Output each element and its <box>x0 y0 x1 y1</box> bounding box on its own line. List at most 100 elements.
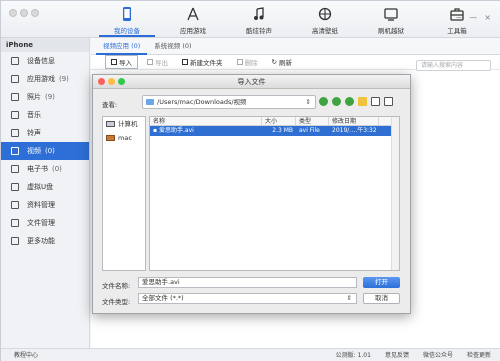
sidebar-item-label: 设备信息 <box>27 57 55 65</box>
detail-view-icon[interactable] <box>384 97 393 106</box>
import-button[interactable]: 导入 <box>105 55 138 69</box>
sidebar-item-count: (9) <box>45 93 55 101</box>
device-name: iPhone <box>1 38 89 52</box>
sidebar: iPhone 设备信息 应用游戏 (9) 照片 (9) 音乐 铃声 视频 (0) 电子… <box>1 38 90 348</box>
file-list-scrollbar[interactable] <box>391 117 399 270</box>
import-file-dialog: 导入文件 查看: /Users/mac/Downloads/视频 ⇕ 计算机 m… <box>92 74 411 314</box>
file-date: 2019/.…午3:32 <box>332 127 377 134</box>
refresh-label: 刷新 <box>278 59 292 67</box>
filetype-select[interactable]: 全部文件 (*.*) ⇕ <box>138 293 357 304</box>
file-list-header: 名称 大小 类型 修改日期 <box>150 117 399 126</box>
sidebar-item-ebooks[interactable]: 电子书 (0) <box>1 160 89 178</box>
column-name[interactable]: 名称 <box>150 117 262 125</box>
window-controls: ~ — × <box>456 13 491 22</box>
import-label: 导入 <box>119 59 132 67</box>
up-folder-icon[interactable] <box>345 97 354 106</box>
file-name: ▪ 爱思助手.avi <box>150 126 262 136</box>
column-type[interactable]: 类型 <box>296 117 329 125</box>
nav-apps-games[interactable]: 应用游戏 <box>165 3 221 37</box>
ringtone-icon <box>11 129 19 137</box>
export-label: 导出 <box>155 59 168 67</box>
more-icon <box>11 237 19 245</box>
nav-label: 刷机越狱 <box>378 27 404 35</box>
zoom-dot[interactable] <box>31 9 39 17</box>
open-button[interactable]: 打开 <box>363 277 400 288</box>
file-size: 2.3 MB <box>272 127 293 134</box>
filetype-label: 文件类型: <box>102 298 131 306</box>
sidebar-item-ringtones[interactable]: 铃声 <box>1 124 89 142</box>
sidebar-item-device-info[interactable]: 设备信息 <box>1 52 89 70</box>
tutorial-center-link[interactable]: 教程中心 <box>14 349 38 361</box>
path-dropdown[interactable]: /Users/mac/Downloads/视频 ⇕ <box>142 95 316 109</box>
ebook-icon <box>11 165 19 173</box>
sidebar-item-label: 音乐 <box>27 111 41 119</box>
nav-flash-jailbreak[interactable]: 刷机越狱 <box>363 3 419 37</box>
chevron-down-icon: ⇕ <box>346 294 352 302</box>
nav-ringtones[interactable]: 酷炫铃声 <box>231 3 287 37</box>
minimize-dot[interactable] <box>20 9 28 17</box>
file-type: avi File <box>299 127 320 134</box>
flash-icon <box>384 8 398 21</box>
sidebar-item-videos[interactable]: 视频 (0) <box>1 142 89 160</box>
photo-icon <box>11 93 19 101</box>
sidebar-item-file-management[interactable]: 文件管理 <box>1 214 89 232</box>
skin-button[interactable]: ~ <box>456 13 463 22</box>
folder-icon <box>146 99 154 105</box>
dialog-zoom-dot[interactable] <box>118 78 125 85</box>
new-folder-icon[interactable] <box>358 97 367 106</box>
feedback-link[interactable]: 意见反馈 <box>385 349 409 361</box>
export-button[interactable]: 导出 <box>142 56 173 68</box>
sidebar-item-label: 电子书 <box>27 165 48 173</box>
sidebar-item-label: 应用游戏 <box>27 75 55 83</box>
window-traffic-lights <box>9 9 39 17</box>
tab-system-videos[interactable]: 系统视频 (0) <box>147 38 198 55</box>
dialog-minimize-dot[interactable] <box>108 78 115 85</box>
dialog-nav-buttons <box>319 97 393 106</box>
sidebar-item-music[interactable]: 音乐 <box>1 106 89 124</box>
close-button[interactable]: × <box>484 13 491 22</box>
cancel-button[interactable]: 取消 <box>363 293 400 304</box>
wechat-link[interactable]: 微信公众号 <box>423 349 453 361</box>
sidebar-item-count: (9) <box>59 75 69 83</box>
home-icon <box>106 135 115 141</box>
place-home[interactable]: mac <box>103 131 145 145</box>
delete-button[interactable]: 删除 <box>232 56 263 68</box>
file-row-selected[interactable]: ▪ 爱思助手.avi 2.3 MB avi File 2019/.…午3:32 <box>150 126 399 136</box>
new-folder-button[interactable]: 新建文件夹 <box>177 56 228 68</box>
video-icon <box>11 147 19 155</box>
place-computer[interactable]: 计算机 <box>103 117 145 131</box>
filename-input[interactable]: 爱思助手.avi <box>138 277 357 288</box>
nav-label: 工具箱 <box>447 27 467 35</box>
sidebar-item-data-management[interactable]: 资料管理 <box>1 196 89 214</box>
column-size[interactable]: 大小 <box>262 117 296 125</box>
list-view-icon[interactable] <box>371 97 380 106</box>
back-icon[interactable] <box>319 97 328 106</box>
check-update-link[interactable]: 检查更新 <box>467 349 491 361</box>
music-icon <box>11 111 19 119</box>
sidebar-item-photos[interactable]: 照片 (9) <box>1 88 89 106</box>
sidebar-item-label: 更多功能 <box>27 237 55 245</box>
dialog-traffic-lights <box>98 78 125 85</box>
close-dot[interactable] <box>9 9 17 17</box>
tab-video-apps[interactable]: 视频应用 (0) <box>96 38 148 55</box>
refresh-button[interactable]: ↻ 刷新 <box>267 56 297 68</box>
new-folder-icon <box>182 59 188 65</box>
nav-wallpapers[interactable]: 高清壁纸 <box>297 3 353 37</box>
app-window: 我的设备 应用游戏 酷炫铃声 高清壁纸 刷机越狱 工具箱 ~ — × iPhon… <box>0 0 500 361</box>
column-date[interactable]: 修改日期 <box>329 117 379 125</box>
contacts-icon <box>11 201 19 209</box>
nav-my-device[interactable]: 我的设备 <box>99 3 155 37</box>
minimize-button[interactable]: — <box>469 13 477 22</box>
apps-icon <box>187 7 199 21</box>
new-folder-label: 新建文件夹 <box>190 59 223 67</box>
sidebar-item-virtual-usb[interactable]: 虚拟U盘 <box>1 178 89 196</box>
sidebar-item-label: 虚拟U盘 <box>27 183 54 191</box>
sidebar-item-label: 视频 <box>27 147 41 155</box>
forward-icon[interactable] <box>332 97 341 106</box>
sidebar-item-more[interactable]: 更多功能 <box>1 232 89 250</box>
dialog-close-dot[interactable] <box>98 78 105 85</box>
sidebar-item-apps[interactable]: 应用游戏 (9) <box>1 70 89 88</box>
search-input[interactable]: 请输入搜索内容 <box>416 60 491 71</box>
nav-label: 应用游戏 <box>180 27 206 35</box>
place-label: 计算机 <box>118 120 138 128</box>
